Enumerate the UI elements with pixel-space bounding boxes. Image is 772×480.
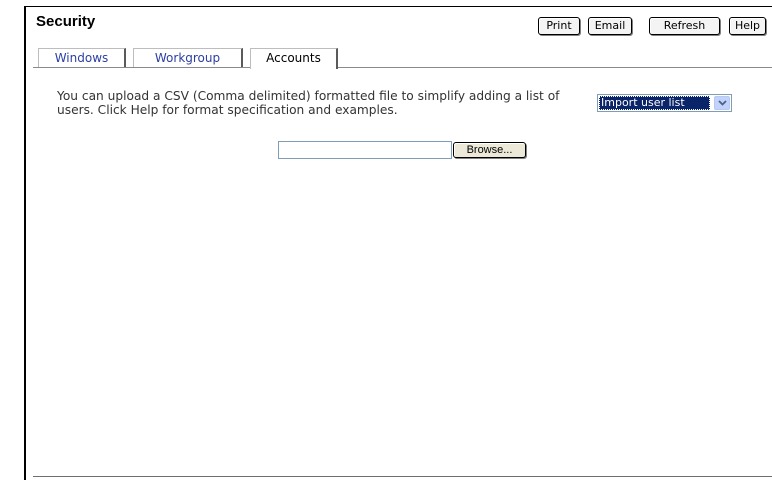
panel-top-border	[24, 6, 772, 7]
select-selected-value: Import user list	[599, 96, 710, 110]
tab-windows[interactable]: Windows	[38, 48, 126, 67]
panel-left-border	[24, 6, 26, 480]
page-title: Security	[36, 13, 96, 30]
refresh-button[interactable]: Refresh	[649, 17, 720, 35]
panel-bottom-border	[33, 476, 772, 477]
security-panel	[24, 0, 772, 480]
email-button[interactable]: Email	[588, 17, 632, 35]
tab-accounts[interactable]: Accounts	[250, 48, 338, 69]
help-button[interactable]: Help	[729, 17, 766, 35]
import-user-list-select[interactable]: Import user list	[597, 94, 732, 112]
file-path-input[interactable]	[278, 141, 452, 159]
chevron-down-icon[interactable]	[714, 96, 730, 110]
import-description: You can upload a CSV (Comma delimited) f…	[57, 89, 560, 117]
tab-workgroup[interactable]: Workgroup	[133, 48, 243, 67]
browse-button[interactable]: Browse...	[453, 142, 526, 158]
tab-strip-baseline	[33, 67, 772, 68]
print-button[interactable]: Print	[538, 17, 580, 35]
